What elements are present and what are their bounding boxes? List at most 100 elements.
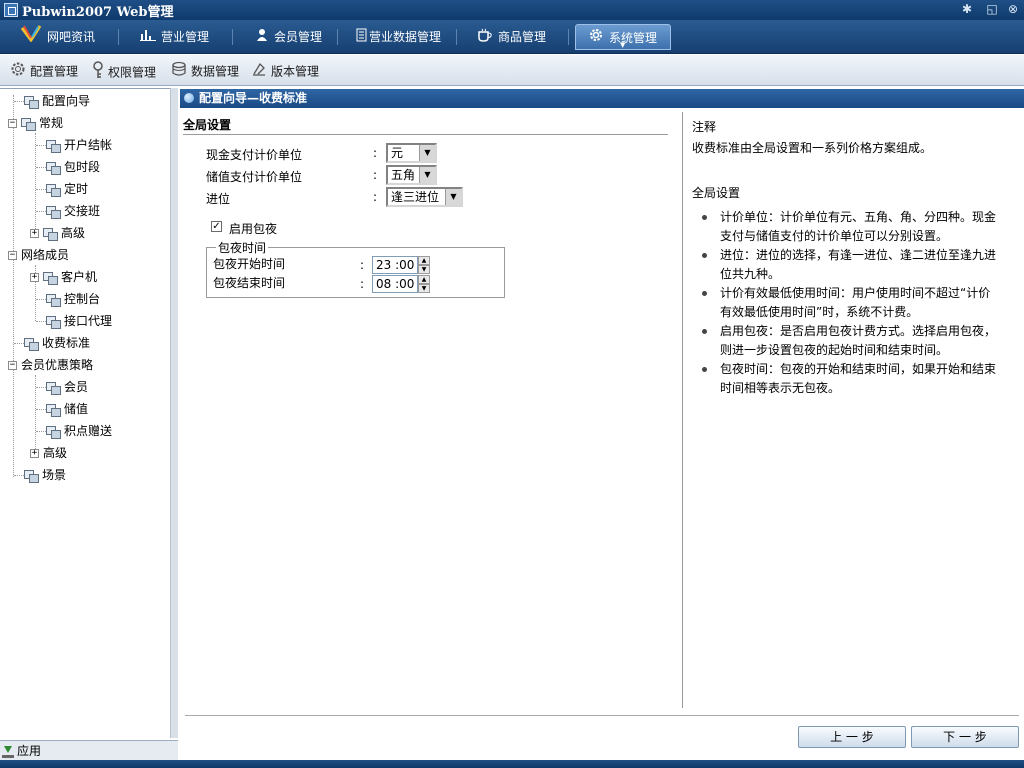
tab-divider — [337, 29, 338, 45]
config-tree: 配置向导 − 常规 开户结帐 包时段 定时 交接班 + 高级 − 网络成员 + 客户机 … — [0, 88, 178, 738]
tree-item-interface-proxy[interactable]: 接口代理 — [36, 312, 112, 330]
stored-unit-select[interactable]: 五角 ▼ — [386, 165, 437, 185]
tree-node-icon — [24, 95, 39, 109]
section-title: 全局设置 — [183, 118, 232, 132]
tab-divider — [568, 29, 569, 45]
collapse-icon[interactable]: − — [8, 251, 17, 260]
notes-intro: 收费标准由全局设置和一系列价格方案组成。 — [692, 141, 933, 155]
notes-divider — [682, 112, 683, 708]
main-tab-bar: 网吧资讯 营业管理 会员管理 营业数据管理 商品管理 系统管理 ▼ — [0, 20, 1024, 54]
notes-title: 注释 — [692, 120, 717, 134]
expand-icon[interactable]: + — [30, 449, 39, 458]
colon: : — [373, 146, 378, 160]
spin-up-icon[interactable]: ▲ — [418, 256, 430, 265]
app-logo-icon — [4, 3, 18, 17]
previous-step-button[interactable]: 上 一 步 — [798, 726, 906, 748]
tree-node-icon — [46, 403, 61, 417]
tree-node-icon — [46, 205, 61, 219]
overnight-start-time-input[interactable]: 23 :00 — [372, 256, 418, 274]
overnight-end-time-input[interactable]: 08 :00 — [372, 275, 418, 293]
tree-node-icon — [21, 117, 36, 131]
dropdown-arrow-icon[interactable]: ▼ — [419, 167, 435, 183]
tab-divider — [456, 29, 457, 45]
tree-node-icon — [46, 183, 61, 197]
tab-divider — [232, 29, 233, 45]
user-icon — [255, 25, 269, 51]
tree-item-member[interactable]: 会员 — [36, 378, 88, 396]
gear-icon — [10, 61, 26, 83]
overnight-end-spinner[interactable]: ▲ ▼ — [418, 275, 430, 293]
tree-item-general[interactable]: − 常规 — [8, 114, 63, 132]
spin-down-icon[interactable]: ▼ — [418, 284, 430, 293]
restore-icon[interactable]: ◱ — [985, 2, 999, 16]
overnight-checkbox-label[interactable]: 启用包夜 — [229, 220, 277, 237]
expand-icon[interactable]: + — [30, 229, 39, 238]
dropdown-arrow-icon[interactable]: ▼ — [419, 145, 435, 161]
cup-icon — [477, 25, 493, 51]
tree-item-client[interactable]: + 客户机 — [30, 268, 97, 286]
snowflake-icon[interactable]: ✱ — [960, 2, 974, 16]
notes-list-item: 计价有效最低使用时间：用户使用时间不超过“计价有效最低使用时间”时，系统不计费。 — [692, 284, 1002, 322]
collapse-icon[interactable]: − — [8, 119, 17, 128]
rounding-select[interactable]: 逢三进位 ▼ — [386, 187, 463, 207]
permission-management-button[interactable]: 权限管理 — [92, 61, 156, 81]
overnight-checkbox[interactable]: ✓ — [211, 221, 222, 232]
caret-down-icon: ▼ — [620, 41, 626, 49]
tree-node-icon — [24, 337, 39, 351]
dropdown-arrow-icon[interactable]: ▼ — [445, 189, 461, 205]
database-icon — [171, 61, 187, 83]
tree-node-icon — [46, 425, 61, 439]
stored-unit-label: 储值支付计价单位 — [206, 170, 303, 184]
spin-up-icon[interactable]: ▲ — [418, 275, 430, 284]
collapse-icon[interactable]: − — [8, 361, 17, 370]
tree-scrollbar[interactable] — [170, 88, 178, 738]
tree-item-scene[interactable]: 场景 — [14, 466, 66, 484]
window-title-bar: Pubwin2007 Web管理 ✱ ◱ ⊗ — [0, 0, 1024, 20]
cash-unit-select[interactable]: 元 ▼ — [386, 143, 437, 163]
spin-down-icon[interactable]: ▼ — [418, 265, 430, 274]
tree-item-advanced[interactable]: + 高级 — [30, 224, 85, 242]
data-management-button[interactable]: 数据管理 — [171, 61, 239, 81]
notes-list-item: 计价单位：计价单位有元、五角、角、分四种。现金支付与储值支付的计价单位可以分别设… — [692, 208, 1002, 246]
tab-netbar-info[interactable]: 网吧资讯 — [20, 24, 95, 50]
tree-node-icon — [46, 139, 61, 153]
expand-icon[interactable]: + — [30, 273, 39, 282]
tree-item-time-package[interactable]: 包时段 — [36, 158, 100, 176]
content-panel: 全局设置 现金支付计价单位 : 元 ▼ 储值支付计价单位 : 五角 ▼ 进位 : 逢… — [180, 108, 1024, 760]
tree-item-advanced-2[interactable]: + 高级 — [30, 444, 67, 462]
tab-products[interactable]: 商品管理 — [477, 24, 546, 50]
tab-business-data[interactable]: 营业数据管理 — [356, 24, 441, 50]
notes-list: 计价单位：计价单位有元、五角、角、分四种。现金支付与储值支付的计价单位可以分别设… — [692, 208, 1002, 398]
overnight-end-label: 包夜结束时间 — [213, 276, 286, 290]
tree-item-stored-value[interactable]: 储值 — [36, 400, 88, 418]
tab-members[interactable]: 会员管理 — [255, 24, 322, 50]
tree-node-icon — [43, 227, 58, 241]
tree-item-points-gift[interactable]: 积点赠送 — [36, 422, 112, 440]
colon: : — [360, 258, 365, 272]
colon: : — [360, 277, 365, 291]
version-management-button[interactable]: 版本管理 — [251, 61, 319, 81]
config-management-button[interactable]: 配置管理 — [10, 61, 78, 81]
tree-item-member-discount[interactable]: − 会员优惠策略 — [8, 356, 93, 374]
tree-item-shift-handover[interactable]: 交接班 — [36, 202, 100, 220]
tree-item-open-checkout[interactable]: 开户结帐 — [36, 136, 112, 154]
tab-business[interactable]: 营业管理 — [140, 24, 209, 50]
tree-item-timed[interactable]: 定时 — [36, 180, 88, 198]
tree-node-icon — [46, 161, 61, 175]
tab-system[interactable]: 系统管理 ▼ — [575, 24, 671, 50]
next-step-button[interactable]: 下 一 步 — [911, 726, 1019, 748]
tree-item-config-wizard[interactable]: 配置向导 — [14, 92, 90, 110]
page-title: 配置向导—收费标准 — [199, 91, 308, 105]
cash-unit-label: 现金支付计价单位 — [206, 148, 303, 162]
tree-node-icon — [24, 469, 39, 483]
tree-item-charge-standard[interactable]: 收费标准 — [14, 334, 90, 352]
apply-button[interactable]: 应用 — [0, 740, 178, 760]
notes-list-item: 包夜时间：包夜的开始和结束时间，如果开始和结束时间相等表示无包夜。 — [692, 360, 1002, 398]
tab-divider — [118, 29, 119, 45]
tree-item-network-members[interactable]: − 网络成员 — [8, 246, 69, 264]
tree-item-console[interactable]: 控制台 — [36, 290, 100, 308]
close-icon[interactable]: ⊗ — [1006, 2, 1020, 16]
colon: : — [373, 168, 378, 182]
version-icon — [251, 61, 267, 83]
overnight-start-spinner[interactable]: ▲ ▼ — [418, 256, 430, 274]
